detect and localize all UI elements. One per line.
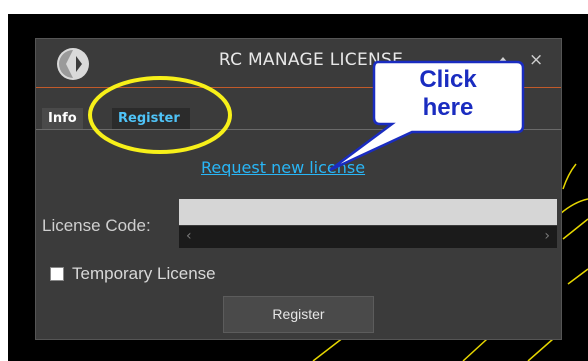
dialog-title: RC MANAGE LICENSE (218, 50, 404, 70)
horizontal-scrollbar[interactable]: ‹ › (179, 226, 557, 248)
tab-register[interactable]: Register (112, 108, 190, 129)
scroll-right-icon[interactable]: › (544, 228, 550, 244)
scroll-left-icon[interactable]: ‹ (186, 228, 192, 244)
callout-line-1: Click (419, 66, 477, 93)
close-icon[interactable]: × (529, 50, 543, 70)
chevron-up-icon[interactable] (497, 57, 509, 64)
register-button[interactable]: Register (223, 296, 374, 333)
rc-logo-icon (57, 48, 89, 80)
temporary-license-checkbox[interactable] (50, 267, 64, 281)
temporary-license-label[interactable]: Temporary License (72, 264, 216, 284)
callout-line-2: here (422, 94, 474, 121)
license-code-label: License Code: (42, 216, 151, 235)
tab-info[interactable]: Info (42, 108, 83, 129)
callout-text: Click here (408, 66, 488, 122)
request-new-license-link[interactable]: Request new license (201, 158, 365, 177)
license-code-input[interactable] (179, 199, 557, 225)
license-code-box: ‹ › (179, 199, 557, 251)
